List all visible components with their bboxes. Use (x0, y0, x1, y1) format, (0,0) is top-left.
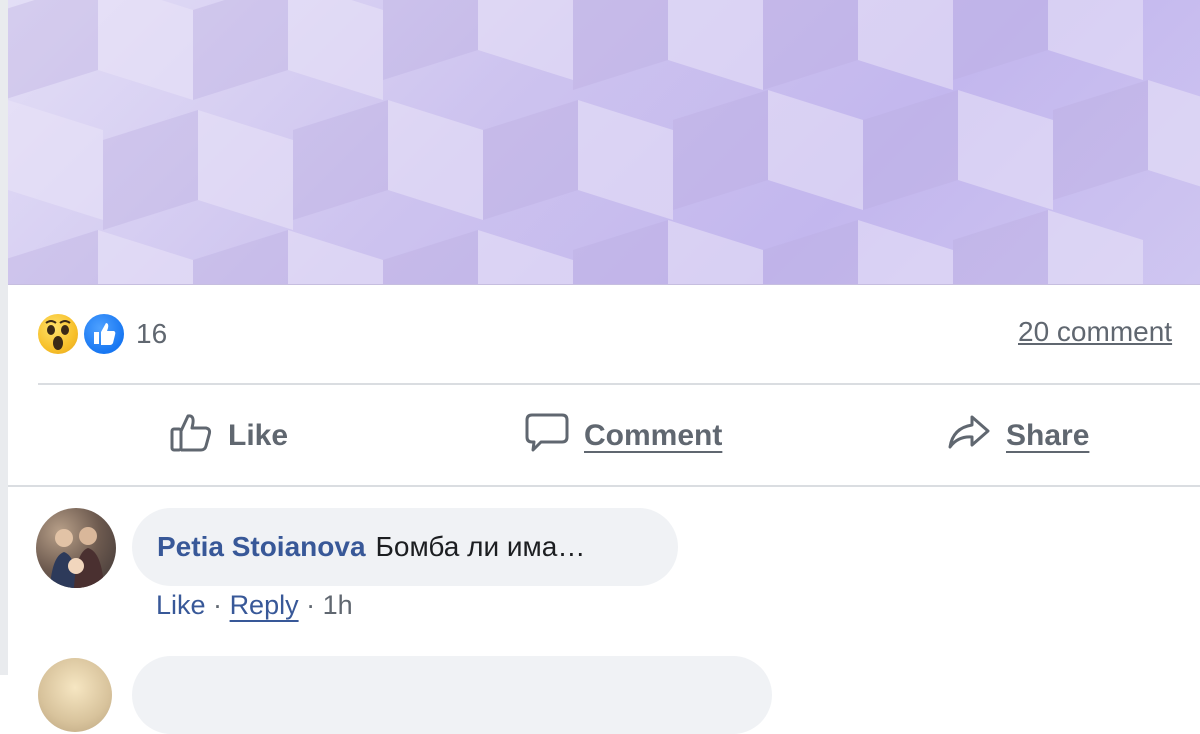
separator: · (213, 590, 223, 620)
comment-like-link[interactable]: Like (156, 590, 206, 620)
post-image[interactable] (8, 0, 1200, 285)
page-background-edge (0, 0, 8, 675)
reactions-bar: 16 20 comment (36, 308, 1200, 360)
like-thumb-icon[interactable] (82, 312, 126, 356)
comments-count-link[interactable]: 20 comment (1018, 316, 1200, 348)
share-arrow-icon (946, 409, 992, 463)
avatar[interactable] (36, 508, 116, 588)
comment-button-label: Comment (584, 419, 723, 452)
like-button[interactable]: Like (168, 404, 288, 468)
comment-reply-link[interactable]: Reply (230, 590, 299, 620)
divider (38, 383, 1200, 385)
comment-text: Бомба ли има… (375, 531, 586, 562)
separator: · (306, 590, 316, 620)
comment-timestamp[interactable]: 1h (323, 590, 353, 620)
cube-pattern-image (8, 0, 1200, 284)
divider (8, 485, 1200, 487)
avatar[interactable] (38, 658, 112, 732)
comment-actions: Like · Reply · 1h (156, 590, 353, 621)
comment-bubble: Petia Stoianova Бомба ли има… (132, 508, 678, 586)
comment-author-link[interactable]: Petia Stoianova (157, 531, 366, 563)
thumbs-up-icon (168, 409, 214, 463)
share-button-label: Share (1006, 419, 1090, 452)
like-button-label: Like (228, 419, 289, 452)
comment-button[interactable]: Comment (524, 404, 722, 468)
comment-bubble (132, 656, 772, 734)
speech-bubble-icon (524, 409, 570, 463)
share-button[interactable]: Share (946, 404, 1089, 468)
wow-emoji-icon[interactable] (36, 312, 80, 356)
reaction-count[interactable]: 16 (136, 318, 167, 350)
